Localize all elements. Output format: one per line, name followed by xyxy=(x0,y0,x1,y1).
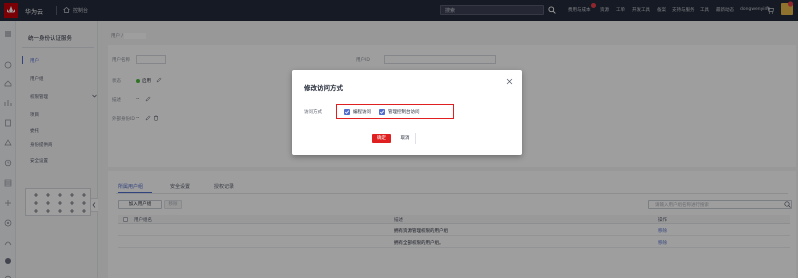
programmatic-access-label[interactable]: 编程访问 xyxy=(353,109,371,115)
divider xyxy=(415,133,416,144)
cancel-button[interactable]: 取消 xyxy=(395,134,415,143)
ok-button[interactable]: 确定 xyxy=(372,134,391,143)
close-icon[interactable] xyxy=(506,78,513,85)
dialog-title: 修改访问方式 xyxy=(304,84,343,92)
access-mode-label: 访问方式 xyxy=(304,110,322,115)
console-access-checkbox[interactable] xyxy=(379,109,385,115)
console-access-label[interactable]: 管理控制台访问 xyxy=(388,109,420,115)
programmatic-access-checkbox[interactable] xyxy=(344,109,350,115)
modify-access-dialog: 修改访问方式 访问方式 编程访问 管理控制台访问 确定 取消 xyxy=(292,70,522,155)
